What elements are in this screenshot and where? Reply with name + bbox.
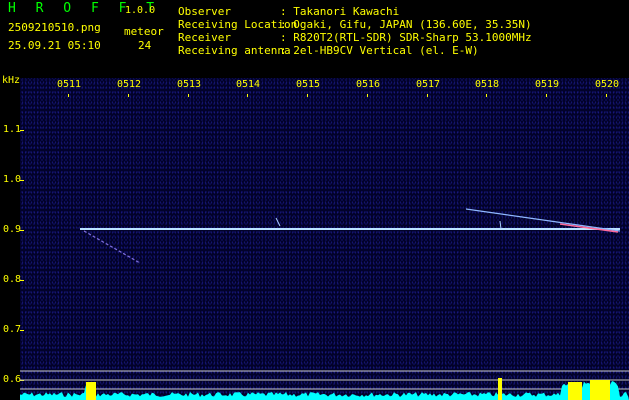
meteor-trail xyxy=(465,208,621,232)
meteor-blip xyxy=(275,217,281,227)
meteor-trail xyxy=(83,230,141,264)
level-burst xyxy=(568,382,582,400)
level-burst xyxy=(498,378,502,400)
meteor-blip xyxy=(499,220,502,230)
noise-floor-fill xyxy=(20,381,629,400)
spectrogram-overlay xyxy=(20,208,629,400)
hrofft-window: H R O F F T 1.0.0 2509210510.png 25.09.2… xyxy=(0,0,629,400)
level-burst xyxy=(86,382,96,400)
level-burst xyxy=(590,380,610,400)
